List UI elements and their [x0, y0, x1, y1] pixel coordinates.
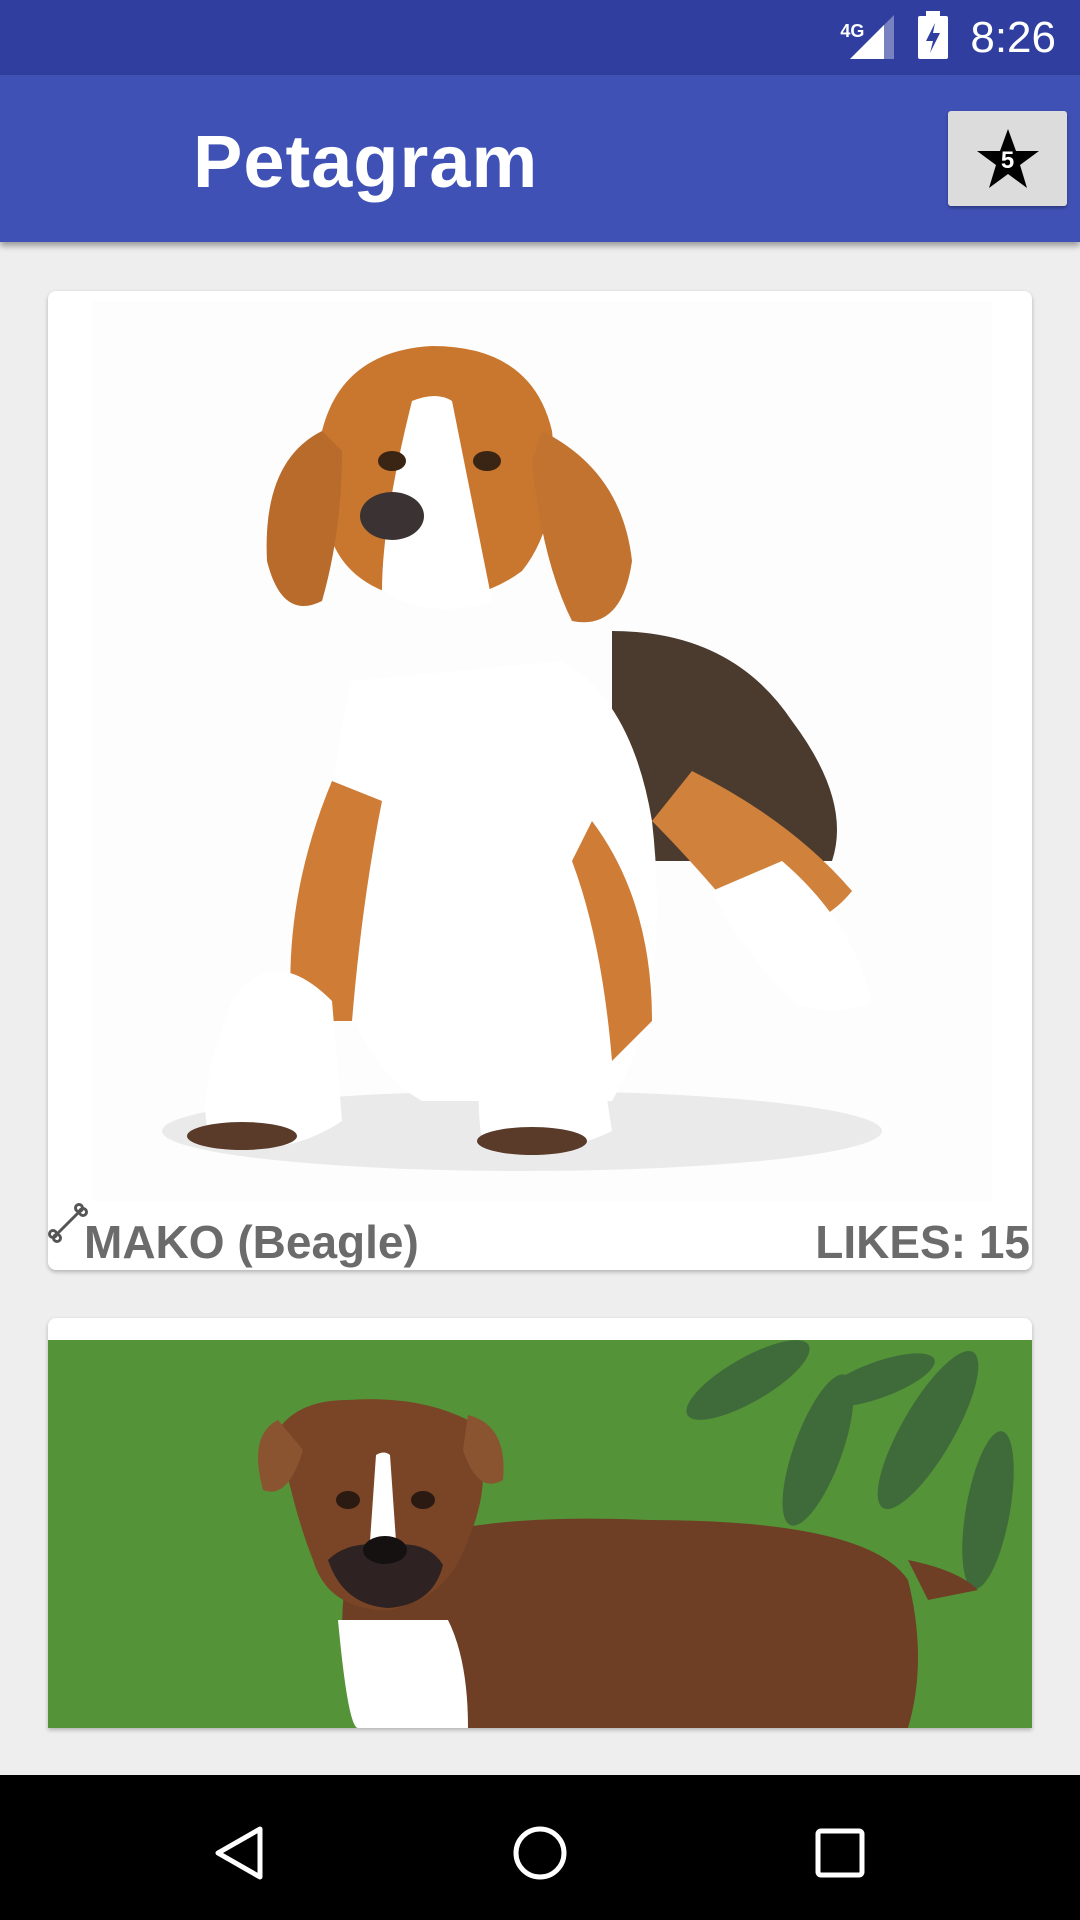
navigation-bar [0, 1775, 1080, 1920]
favorites-count: 5 [1000, 146, 1015, 174]
star-icon: 5 [975, 127, 1041, 191]
likes-count: LIKES: 15 [815, 1216, 1030, 1268]
app-bar: Petagram 5 [0, 75, 1080, 242]
status-bar: 4G 8:26 [0, 0, 1080, 75]
clock: 8:26 [970, 12, 1056, 62]
pet-photo-boxer [48, 1340, 1032, 1728]
battery-charging-icon [918, 11, 949, 64]
pet-card[interactable]: MAKO (Beagle) LIKES: 15 [48, 291, 1032, 1270]
pet-photo-beagle [92, 301, 992, 1201]
network-type: 4G [840, 20, 865, 41]
pet-name: MAKO (Beagle) [84, 1216, 419, 1268]
bone-icon[interactable] [48, 1203, 88, 1243]
home-icon[interactable] [500, 1813, 580, 1893]
back-icon[interactable] [200, 1813, 280, 1893]
favorites-button[interactable]: 5 [948, 111, 1067, 206]
pet-card[interactable] [48, 1318, 1032, 1728]
recents-icon[interactable] [800, 1813, 880, 1893]
pet-card-footer: MAKO (Beagle) LIKES: 15 [48, 1203, 1032, 1270]
signal-icon: 4G [840, 14, 896, 61]
app-title: Petagram [193, 120, 539, 203]
